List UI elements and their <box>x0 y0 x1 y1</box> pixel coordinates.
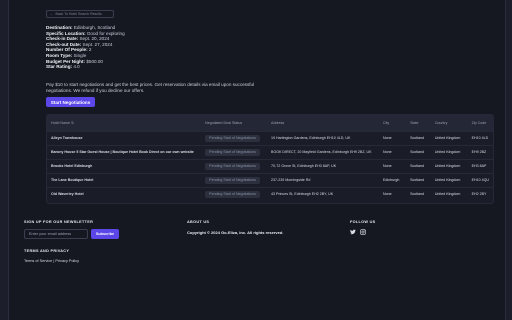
hotel-zip: EH2 2BY <box>471 192 487 197</box>
about-heading: ABOUT US <box>187 220 210 224</box>
hotel-state: Scotland <box>410 192 425 197</box>
hotel-city: None <box>383 164 392 168</box>
hotel-name: Barony House 5 Star Guest House | Boutiq… <box>51 150 194 154</box>
hotel-address: 43 Princes St, Edinburgh EH2 2BY, UK <box>271 192 334 197</box>
hotel-name: Brooks Hotel Edinburgh <box>51 164 93 168</box>
terms-of-service-link[interactable]: Terms of Service <box>24 259 52 263</box>
table-row[interactable]: Brooks Hotel Edinburgh Pending Start of … <box>47 159 493 173</box>
site-footer: SIGN UP FOR OUR NEWSLETTER Enter your em… <box>24 220 499 280</box>
hotel-country: United Kingdom <box>434 164 461 168</box>
destination-value: Edinburgh, Scotland <box>73 25 116 30</box>
column-header-country: Country <box>434 120 448 125</box>
instagram-icon[interactable] <box>360 229 366 235</box>
status-badge: Pending Start of Negotiations <box>205 162 260 170</box>
subscribe-button[interactable]: Subscribe <box>91 229 119 239</box>
people-value: 2 <box>88 47 92 53</box>
column-header-zip: Zip Code <box>471 120 487 125</box>
hotel-country: United Kingdom <box>434 150 461 154</box>
checkin-value: Sept. 20, 2024 <box>79 36 110 42</box>
column-header-hotel-name[interactable]: Hotel Name ⇅ <box>47 115 201 131</box>
location-value: Good for exploring <box>86 30 125 36</box>
hotel-address: 19 Hartington Gardens, Edinburgh EH10 4L… <box>271 136 351 140</box>
budget-value: $500.00 <box>86 58 103 64</box>
back-to-results-button[interactable]: ← Back To Hotel Search Results <box>46 10 114 18</box>
hotel-name: Alleyn Townhouse <box>51 136 83 140</box>
rating-value: 4.0 <box>73 64 80 70</box>
start-negotiations-button[interactable]: Start Negotiations <box>46 97 95 107</box>
status-badge: Pending Start of Negotiations <box>205 190 260 198</box>
hotel-zip: EH3 8AP <box>471 164 487 168</box>
social-links <box>350 229 366 235</box>
table-row[interactable]: Barony House 5 Star Guest House | Boutiq… <box>47 145 493 159</box>
hotel-zip: EH9 2BZ <box>471 150 487 154</box>
column-header-address: Address <box>271 120 285 125</box>
email-input[interactable]: Enter your email address <box>24 229 88 239</box>
column-header-city: City <box>383 120 390 125</box>
privacy-policy-link[interactable]: Privacy Policy <box>55 259 79 263</box>
table-header-row: Hotel Name ⇅ Negotiated Deal Status Addr… <box>47 115 493 131</box>
checkout-value: Sept. 27, 2024 <box>82 41 113 47</box>
newsletter-heading: SIGN UP FOR OUR NEWSLETTER <box>24 220 94 224</box>
table-row[interactable]: Alleyn Townhouse Pending Start of Negoti… <box>47 131 493 145</box>
page-frame: ← Back To Hotel Search Results Destinati… <box>8 0 506 320</box>
sort-icon[interactable]: ⇅ <box>71 121 74 125</box>
terms-heading: TERMS AND PRIVACY <box>24 249 70 253</box>
room-value: Single <box>73 52 87 58</box>
hotel-address: 237-239 Morningside Rd <box>271 178 311 182</box>
hotels-table: Hotel Name ⇅ Negotiated Deal Status Addr… <box>46 114 494 204</box>
terms-links: Terms of Service | Privacy Policy <box>24 259 79 263</box>
follow-heading: FOLLOW US <box>350 220 376 224</box>
payment-info-text: Pay $10 to start negotiations and get th… <box>46 82 255 93</box>
copyright-text: Copyright © 2024 Go-Eliza, Inc. All righ… <box>187 230 284 235</box>
newsletter-form: Enter your email address Subscribe <box>24 229 119 239</box>
hotel-state: Scotland <box>410 164 425 168</box>
hotel-country: United Kingdom <box>434 136 461 140</box>
hotel-zip: EH10 4QU <box>471 178 489 182</box>
table-row[interactable]: The Lane Boutique Hotel Pending Start of… <box>47 173 493 187</box>
hotel-state: Scotland <box>410 150 425 154</box>
booking-details: Destination: Edinburgh, Scotland Specifi… <box>46 25 125 70</box>
hotel-address: 70-72 Grove St, Edinburgh EH3 8AP, UK <box>271 164 337 168</box>
table-row[interactable]: Old Waverley Hotel Pending Start of Nego… <box>47 187 493 201</box>
hotel-city: None <box>383 150 392 154</box>
status-badge: Pending Start of Negotiations <box>205 148 260 156</box>
status-badge: Pending Start of Negotiations <box>205 134 260 142</box>
hotel-address: BOOK DIRECT, 20 Mayfield Gardens, Edinbu… <box>271 150 372 154</box>
hotel-state: Scotland <box>410 178 425 182</box>
hotel-country: United Kingdom <box>434 192 461 197</box>
arrow-left-icon: ← <box>50 12 54 16</box>
column-header-state: State <box>410 120 419 125</box>
hotel-state: Scotland <box>410 136 425 140</box>
hotel-city: Edinburgh <box>383 178 400 182</box>
column-header-status: Negotiated Deal Status <box>205 120 243 125</box>
hotel-country: United Kingdom <box>434 178 461 182</box>
status-badge: Pending Start of Negotiations <box>205 176 260 184</box>
hotel-city: None <box>383 136 392 140</box>
back-button-label: Back To Hotel Search Results <box>55 12 102 16</box>
hotel-name: Old Waverley Hotel <box>51 192 84 197</box>
twitter-icon[interactable] <box>350 229 356 235</box>
hotel-city: None <box>383 192 392 197</box>
hotel-name: The Lane Boutique Hotel <box>51 178 94 182</box>
hotel-zip: EH10 4LD <box>471 136 489 140</box>
